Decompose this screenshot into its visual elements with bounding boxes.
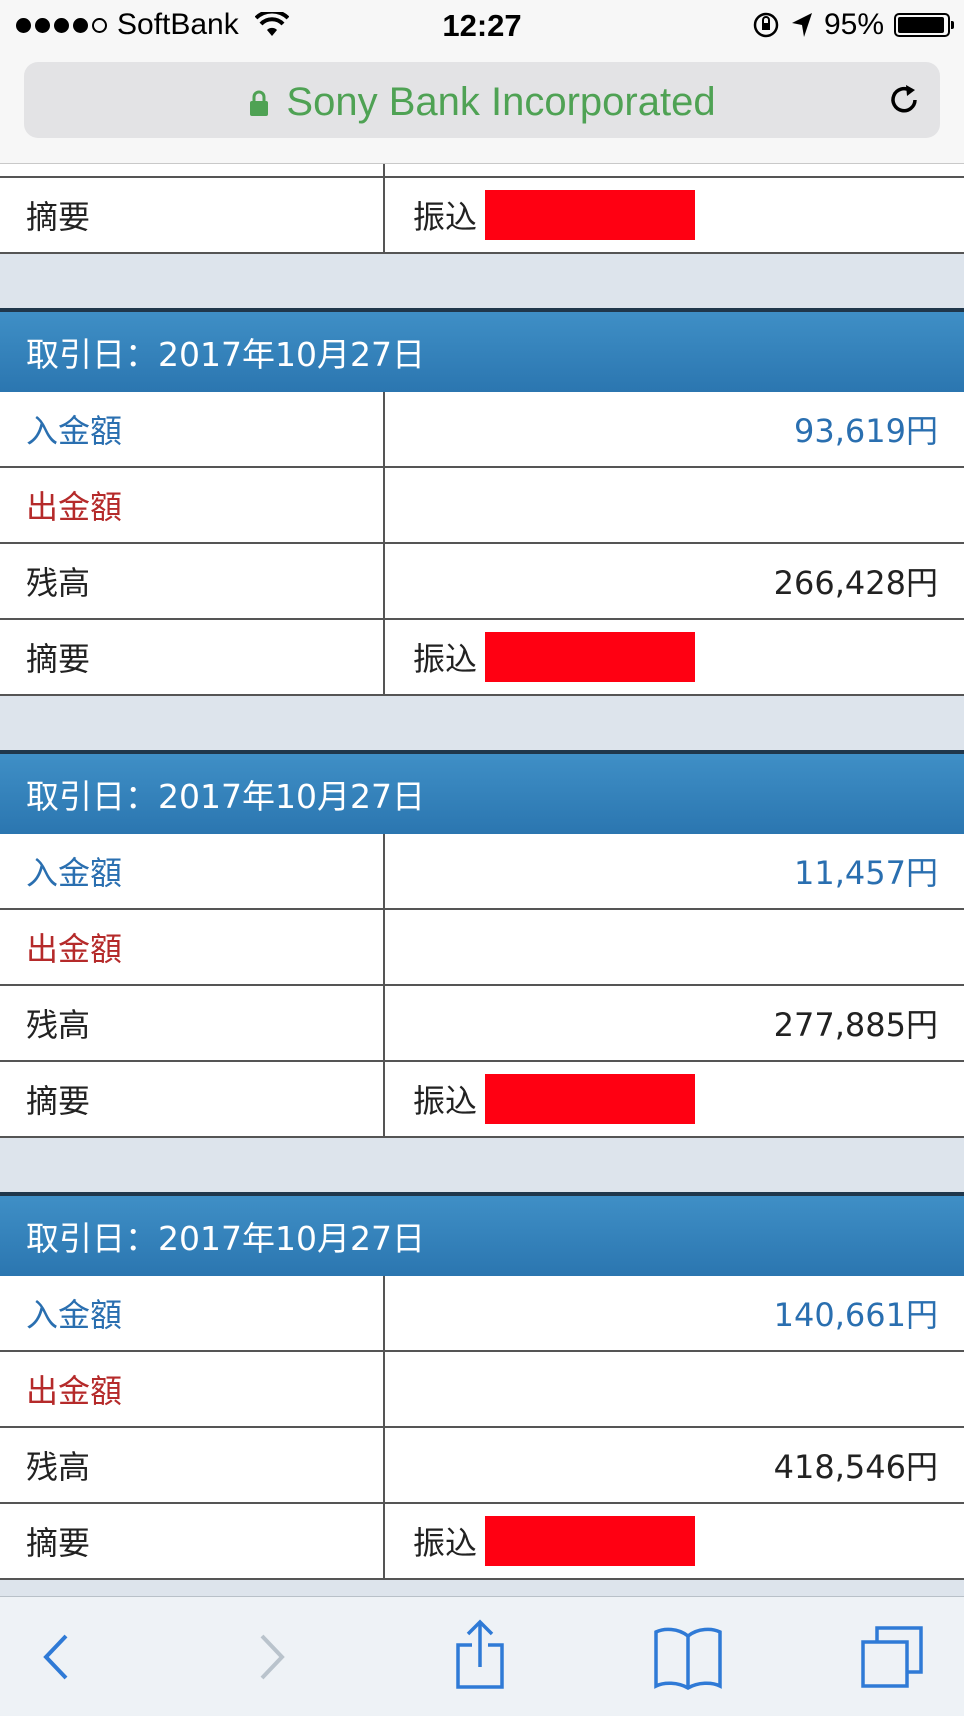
- battery-level-fill: [898, 17, 944, 33]
- transaction-card: 取引日：2017年10月27日 入金額 11,457円 出金額 残高 277,8…: [0, 750, 964, 1138]
- withdrawal-row: 出金額: [0, 910, 964, 986]
- section-gap: [0, 254, 964, 308]
- address-bar-area: Sony Bank Incorporated: [0, 52, 964, 164]
- site-name: Sony Bank Incorporated: [286, 80, 716, 124]
- transaction-card: 取引日：2017年10月27日 入金額 93,619円 出金額 残高 266,4…: [0, 308, 964, 696]
- memo-value: 振込: [385, 620, 964, 694]
- balance-value: 418,546円: [773, 1448, 938, 1486]
- battery-icon: [894, 13, 954, 37]
- withdrawal-value: [385, 1352, 964, 1426]
- transaction-date-header: 取引日：2017年10月27日: [0, 308, 964, 392]
- share-icon: [456, 1619, 504, 1689]
- battery-percent: 95%: [823, 8, 884, 41]
- withdrawal-row: 出金額: [0, 1352, 964, 1428]
- tabs-icon: [861, 1626, 923, 1688]
- balance-row: 残高 277,885円: [0, 986, 964, 1062]
- section-gap: [0, 1138, 964, 1192]
- forward-button[interactable]: [248, 1627, 298, 1687]
- deposit-label: 入金額: [0, 392, 385, 466]
- partial-transaction: 摘要 振込: [0, 164, 964, 254]
- status-bar: SoftBank 12:27 95%: [0, 0, 964, 52]
- withdrawal-row: 出金額: [0, 468, 964, 544]
- memo-prefix: 振込: [413, 1524, 478, 1562]
- withdrawal-value: [385, 468, 964, 542]
- memo-row: 摘要 振込: [0, 1504, 964, 1580]
- address-display[interactable]: Sony Bank Incorporated: [24, 80, 940, 125]
- redaction-block: [485, 1516, 696, 1566]
- memo-label: 摘要: [0, 1504, 385, 1578]
- section-gap: [0, 696, 964, 750]
- deposit-value: 11,457円: [794, 854, 938, 892]
- memo-row: 摘要 振込: [0, 178, 964, 254]
- memo-row: 摘要 振込: [0, 620, 964, 696]
- balance-label: 残高: [0, 1428, 385, 1502]
- safari-page: SoftBank 12:27 95% Sony Bank Incorporate…: [0, 0, 964, 1716]
- back-icon: [43, 1634, 68, 1680]
- address-bar[interactable]: Sony Bank Incorporated: [24, 62, 940, 138]
- redaction-block: [485, 1074, 696, 1124]
- reload-icon[interactable]: [886, 82, 922, 118]
- balance-label: 残高: [0, 986, 385, 1060]
- bookmarks-icon: [654, 1627, 722, 1690]
- deposit-row: 入金額 93,619円: [0, 392, 964, 468]
- deposit-label: 入金額: [0, 834, 385, 908]
- memo-label: 摘要: [0, 620, 385, 694]
- memo-label: 摘要: [0, 178, 385, 252]
- withdrawal-label: 出金額: [0, 1352, 385, 1426]
- orientation-lock-icon: [753, 12, 779, 38]
- location-arrow-icon: [791, 13, 812, 37]
- lock-icon: [250, 90, 269, 116]
- forward-icon: [260, 1634, 285, 1680]
- tabs-button[interactable]: [858, 1626, 928, 1688]
- withdrawal-label: 出金額: [0, 468, 385, 542]
- transaction-date-header: 取引日：2017年10月27日: [0, 750, 964, 834]
- deposit-label: 入金額: [0, 1276, 385, 1350]
- withdrawal-label: 出金額: [0, 910, 385, 984]
- balance-row: 残高 418,546円: [0, 1428, 964, 1504]
- balance-value: 266,428円: [773, 564, 938, 602]
- browser-toolbar: [0, 1596, 964, 1716]
- memo-value: 振込: [385, 1062, 964, 1136]
- back-button[interactable]: [30, 1627, 80, 1687]
- memo-label: 摘要: [0, 1062, 385, 1136]
- memo-value: 振込: [385, 1504, 964, 1578]
- memo-row: 摘要 振込: [0, 1062, 964, 1138]
- share-button[interactable]: [448, 1617, 512, 1693]
- deposit-value: 140,661円: [773, 1296, 938, 1334]
- balance-value: 277,885円: [773, 1006, 938, 1044]
- deposit-row: 入金額 140,661円: [0, 1276, 964, 1352]
- balance-label: 残高: [0, 544, 385, 618]
- deposit-row: 入金額 11,457円: [0, 834, 964, 910]
- deposit-value: 93,619円: [794, 412, 938, 450]
- redaction-block: [485, 632, 696, 682]
- memo-value: 振込: [385, 178, 964, 252]
- memo-prefix: 振込: [413, 640, 478, 678]
- bookmarks-button[interactable]: [650, 1627, 726, 1690]
- withdrawal-value: [385, 910, 964, 984]
- memo-prefix: 振込: [413, 1082, 478, 1120]
- memo-prefix: 振込: [413, 198, 478, 236]
- redaction-block: [485, 190, 696, 240]
- transaction-list: 摘要 振込 取引日：2017年10月27日 入金額 93,619円 出金額 残高…: [0, 164, 964, 1596]
- status-right: 95%: [752, 8, 954, 42]
- transaction-card: 取引日：2017年10月27日 入金額 140,661円 出金額 残高 418,…: [0, 1192, 964, 1580]
- transaction-date-header: 取引日：2017年10月27日: [0, 1192, 964, 1276]
- balance-row: 残高 266,428円: [0, 544, 964, 620]
